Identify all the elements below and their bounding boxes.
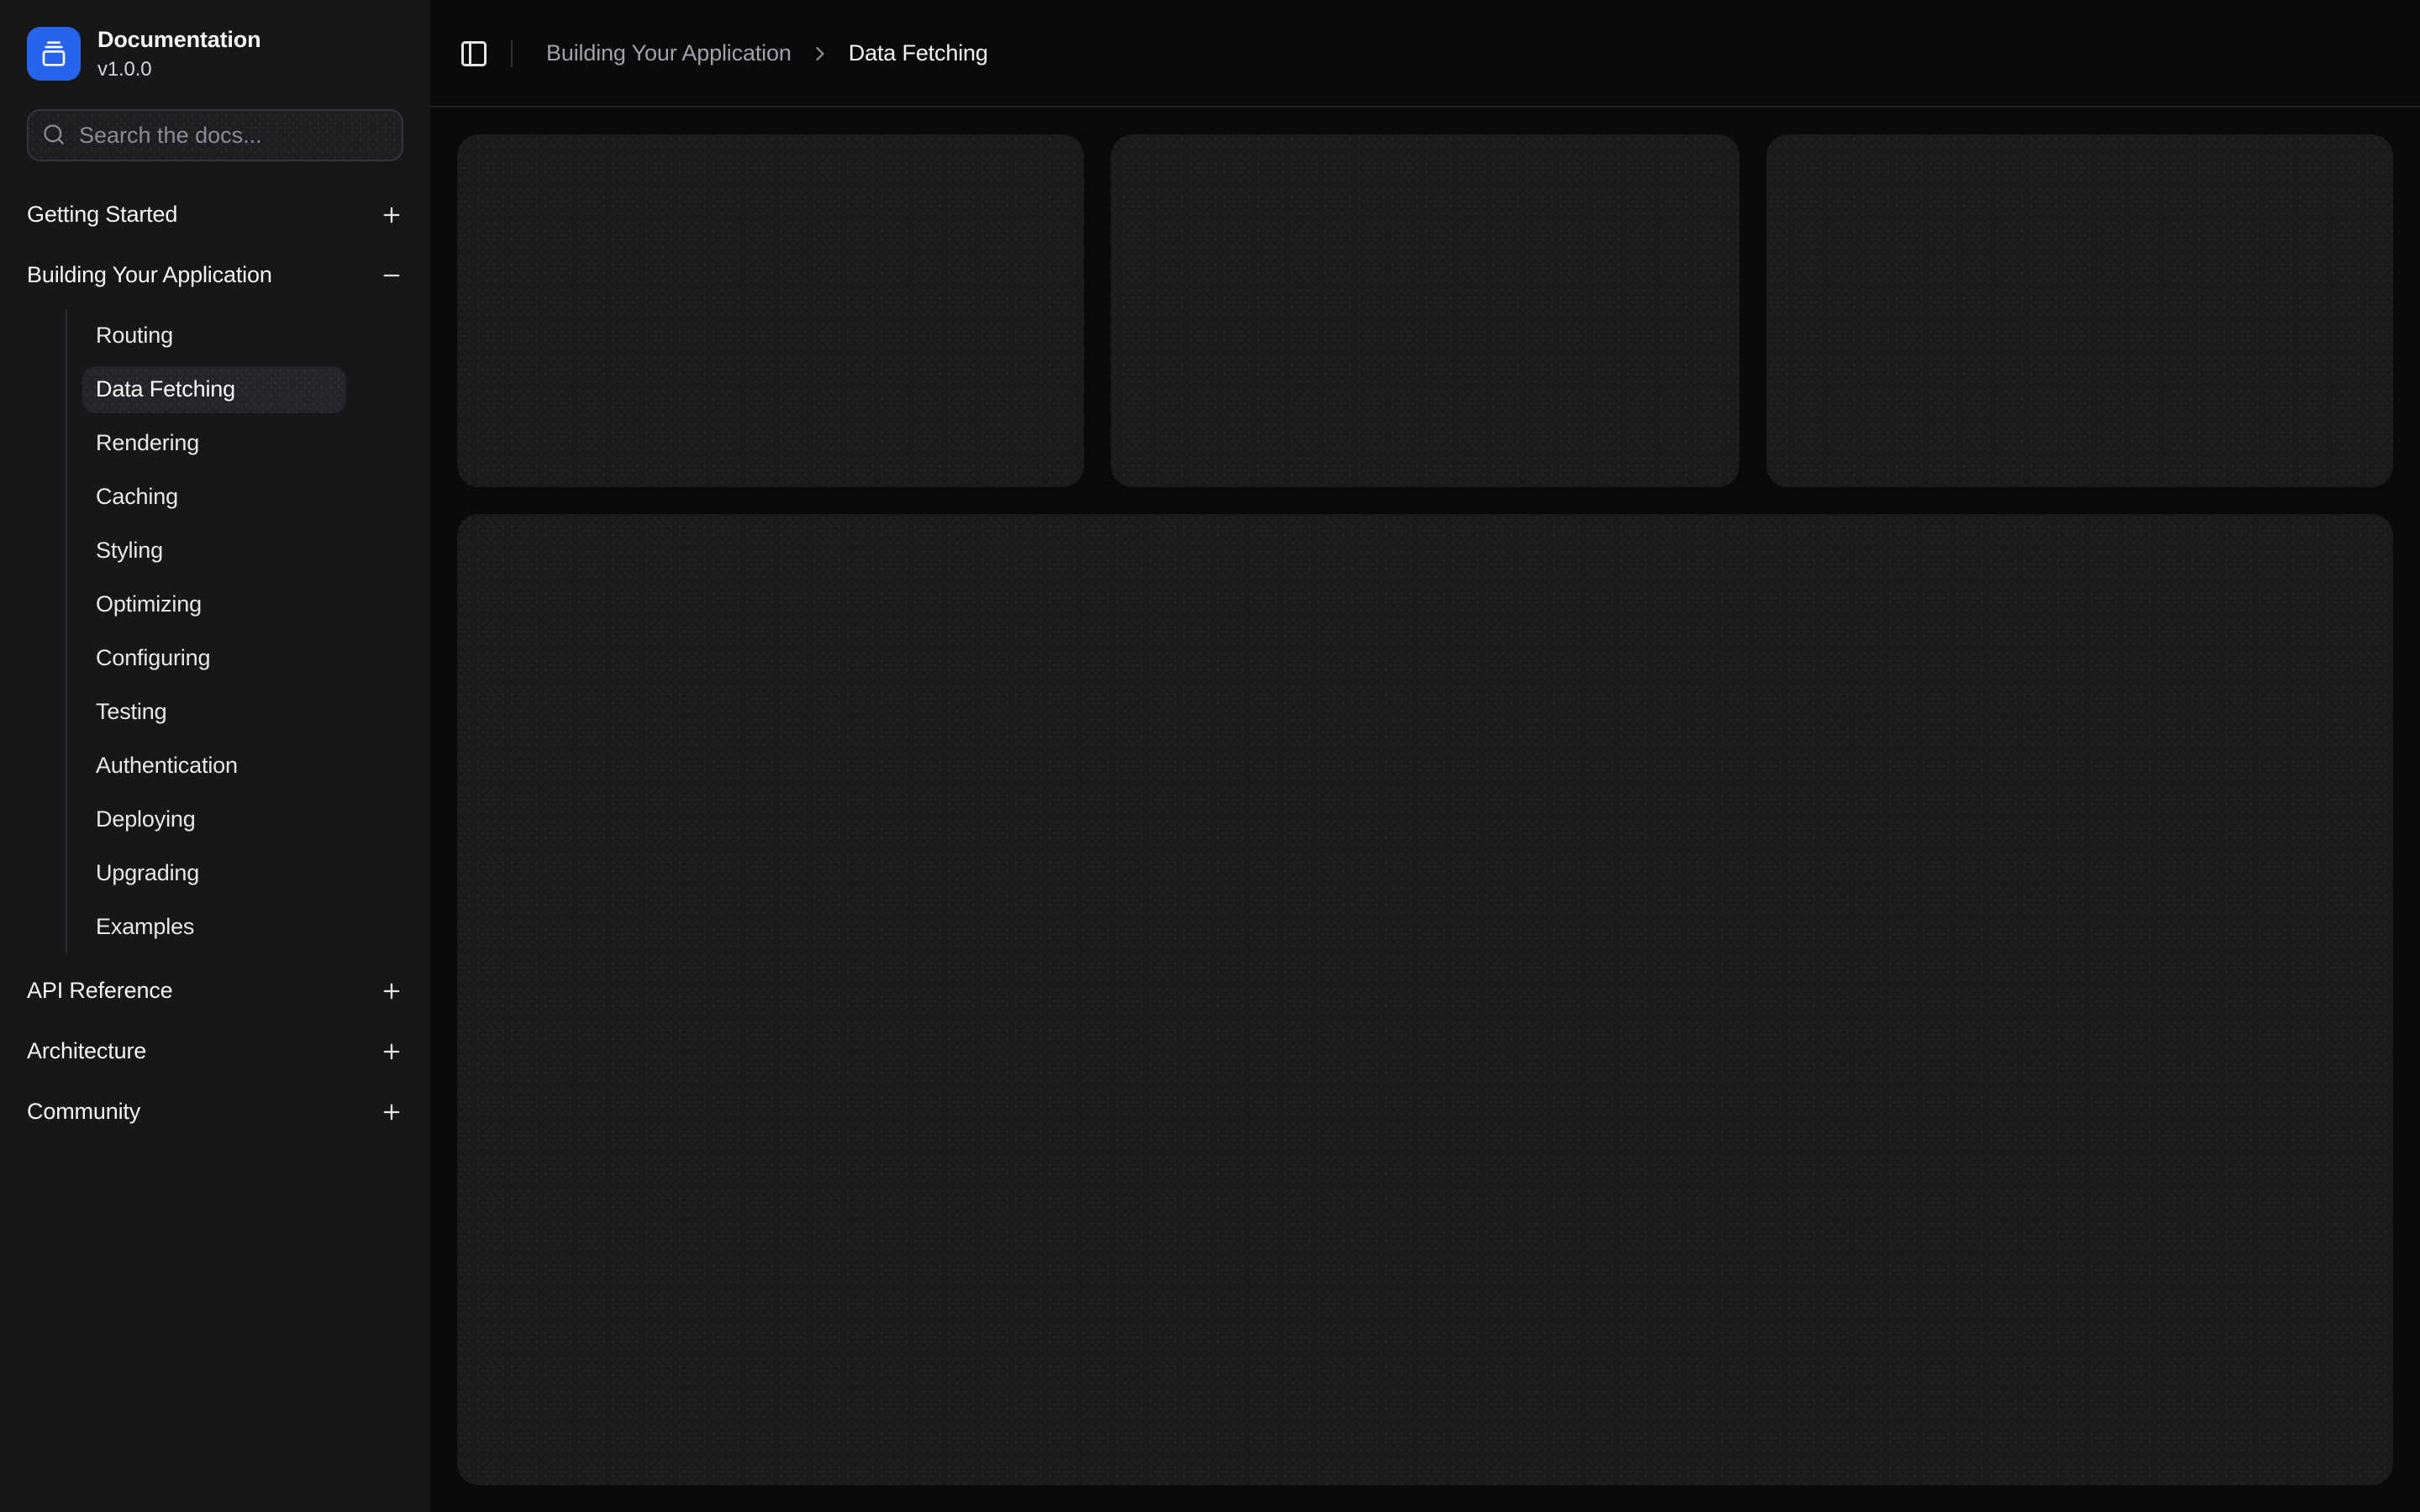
sidebar-item-data-fetching: Data Fetching bbox=[82, 363, 346, 417]
sidebar-link[interactable]: Styling bbox=[82, 528, 346, 575]
placeholder-card bbox=[457, 134, 1085, 487]
page-content bbox=[430, 108, 2420, 1512]
sidebar-section-getting-started[interactable]: Getting Started bbox=[27, 188, 403, 242]
sidebar: Documentation v1.0.0 Getting Started bbox=[0, 0, 430, 1512]
sidebar-link[interactable]: Routing bbox=[82, 312, 346, 360]
sidebar-link[interactable]: Authentication bbox=[82, 743, 346, 790]
sidebar-item-upgrading: Upgrading bbox=[82, 847, 346, 900]
panel-left-icon bbox=[459, 38, 489, 68]
sidebar-item-rendering: Rendering bbox=[82, 417, 346, 470]
header-divider bbox=[511, 39, 513, 66]
chevron-right-icon bbox=[808, 41, 832, 65]
sidebar-link[interactable]: Testing bbox=[82, 689, 346, 736]
minus-icon bbox=[380, 264, 403, 287]
sidebar-item-examples: Examples bbox=[82, 900, 346, 954]
breadcrumb: Building Your Application Data Fetching bbox=[546, 40, 988, 66]
app-version: v1.0.0 bbox=[97, 56, 152, 81]
section-label: Architecture bbox=[27, 1038, 147, 1064]
sidebar-link[interactable]: Optimizing bbox=[82, 581, 346, 628]
brand-text: Documentation v1.0.0 bbox=[97, 27, 261, 82]
breadcrumb-current-page: Data Fetching bbox=[848, 40, 988, 66]
plus-icon bbox=[380, 979, 403, 1003]
plus-icon bbox=[380, 1040, 403, 1063]
sidebar-section-architecture[interactable]: Architecture bbox=[27, 1025, 403, 1079]
sidebar-link[interactable]: Caching bbox=[82, 474, 346, 521]
main-area: Building Your Application Data Fetching bbox=[430, 0, 2420, 1512]
gallery-vertical-end-icon bbox=[27, 27, 81, 81]
placeholder-card-large bbox=[457, 513, 2393, 1485]
sidebar-link[interactable]: Deploying bbox=[82, 796, 346, 843]
sidebar-item-routing: Routing bbox=[82, 309, 346, 363]
sidebar-item-optimizing: Optimizing bbox=[82, 578, 346, 632]
sidebar-item-configuring: Configuring bbox=[82, 632, 346, 685]
sidebar-item-caching: Caching bbox=[82, 470, 346, 524]
sidebar-header: Documentation v1.0.0 bbox=[0, 0, 430, 161]
sidebar-nav: Getting Started Building Your Applicatio… bbox=[0, 161, 430, 1512]
sidebar-item-authentication: Authentication bbox=[82, 739, 346, 793]
sidebar-item-deploying: Deploying bbox=[82, 793, 346, 847]
sidebar-item-styling: Styling bbox=[82, 524, 346, 578]
section-label: Community bbox=[27, 1099, 141, 1125]
page-header: Building Your Application Data Fetching bbox=[430, 0, 2420, 108]
sidebar-link[interactable]: Examples bbox=[82, 904, 346, 951]
section-label: Getting Started bbox=[27, 202, 178, 228]
breadcrumb-link-building-your-application[interactable]: Building Your Application bbox=[546, 40, 792, 66]
plus-icon bbox=[380, 1100, 403, 1124]
section-label: Building Your Application bbox=[27, 262, 272, 288]
submenu-building-your-application: Routing Data Fetching Rendering Caching … bbox=[66, 308, 346, 954]
sidebar-section-community[interactable]: Community bbox=[27, 1085, 403, 1139]
sidebar-link[interactable]: Configuring bbox=[82, 635, 346, 682]
brand[interactable]: Documentation v1.0.0 bbox=[27, 27, 403, 82]
plus-icon bbox=[380, 203, 403, 227]
sidebar-link-active[interactable]: Data Fetching bbox=[82, 365, 346, 413]
sidebar-link[interactable]: Rendering bbox=[82, 420, 346, 467]
section-label: API Reference bbox=[27, 978, 173, 1004]
app-window: Documentation v1.0.0 Getting Started bbox=[0, 0, 2420, 1512]
sidebar-toggle-button[interactable] bbox=[450, 29, 497, 76]
search-box bbox=[27, 108, 403, 161]
sidebar-section-building-your-application[interactable]: Building Your Application bbox=[27, 249, 403, 302]
placeholder-card bbox=[1765, 134, 2393, 487]
sidebar-item-testing: Testing bbox=[82, 685, 346, 739]
placeholder-cards-row bbox=[457, 134, 2393, 487]
app-title: Documentation bbox=[97, 27, 261, 52]
sidebar-section-api-reference[interactable]: API Reference bbox=[27, 964, 403, 1018]
search-input[interactable] bbox=[27, 108, 403, 161]
sidebar-link[interactable]: Upgrading bbox=[82, 850, 346, 897]
placeholder-card bbox=[1111, 134, 1739, 487]
